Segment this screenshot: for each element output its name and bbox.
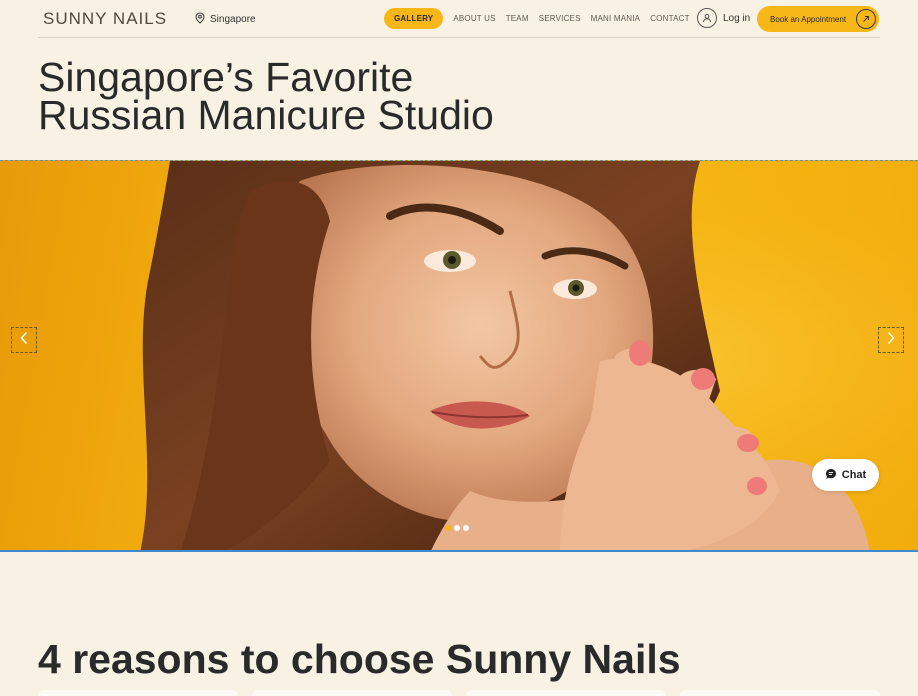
location-label: Singapore <box>210 14 256 25</box>
chevron-left-icon <box>19 331 29 350</box>
brand-logo[interactable]: SUNNY NAILS <box>43 9 167 29</box>
arrow-up-right-icon <box>856 9 876 29</box>
nav-team[interactable]: TEAM <box>506 14 529 23</box>
location-selector[interactable]: Singapore <box>195 12 256 27</box>
slider-next-button[interactable] <box>878 327 904 353</box>
nav-mani-mania[interactable]: MANI MANIA <box>591 14 641 23</box>
hero-title: Singapore’s Favorite Russian Manicure St… <box>38 57 738 136</box>
chevron-right-icon <box>886 331 896 350</box>
nav-contact[interactable]: CONTACT <box>650 14 689 23</box>
page: SUNNY NAILS Singapore GALLERY ABOUT US T… <box>0 0 918 696</box>
chat-label: Chat <box>841 469 867 481</box>
reason-cards-peek <box>38 690 880 696</box>
book-appointment-button[interactable]: Book an Appointment <box>757 6 879 32</box>
book-appointment-label: Book an Appointment <box>770 14 847 24</box>
reasons-title: 4 reasons to choose Sunny Nails <box>38 636 681 682</box>
user-icon <box>697 8 717 28</box>
chat-bubble-icon <box>825 468 837 483</box>
slider-dot-3[interactable] <box>463 525 469 531</box>
nav-services[interactable]: SERVICES <box>539 14 581 23</box>
nav-gallery[interactable]: GALLERY <box>384 8 444 29</box>
nav-about-us[interactable]: ABOUT US <box>453 14 495 23</box>
site-header: SUNNY NAILS Singapore GALLERY ABOUT US T… <box>38 0 880 38</box>
reason-card <box>38 690 238 696</box>
chat-button[interactable]: Chat <box>812 459 879 491</box>
hero-title-line-2: Russian Manicure Studio <box>38 92 494 138</box>
slider-dot-1[interactable] <box>445 525 451 531</box>
reason-card <box>680 690 880 696</box>
main-nav: GALLERY ABOUT US TEAM SERVICES MANI MANI… <box>384 8 690 29</box>
reason-card <box>252 690 452 696</box>
login-button[interactable]: Log in <box>697 8 750 28</box>
slide-image <box>0 161 918 550</box>
slider-dot-2[interactable] <box>454 525 460 531</box>
hero-slider[interactable] <box>0 160 918 552</box>
slider-dots <box>445 525 469 531</box>
location-pin-icon <box>195 12 205 27</box>
slider-prev-button[interactable] <box>11 327 37 353</box>
reason-card <box>466 690 666 696</box>
login-label: Log in <box>723 12 751 24</box>
